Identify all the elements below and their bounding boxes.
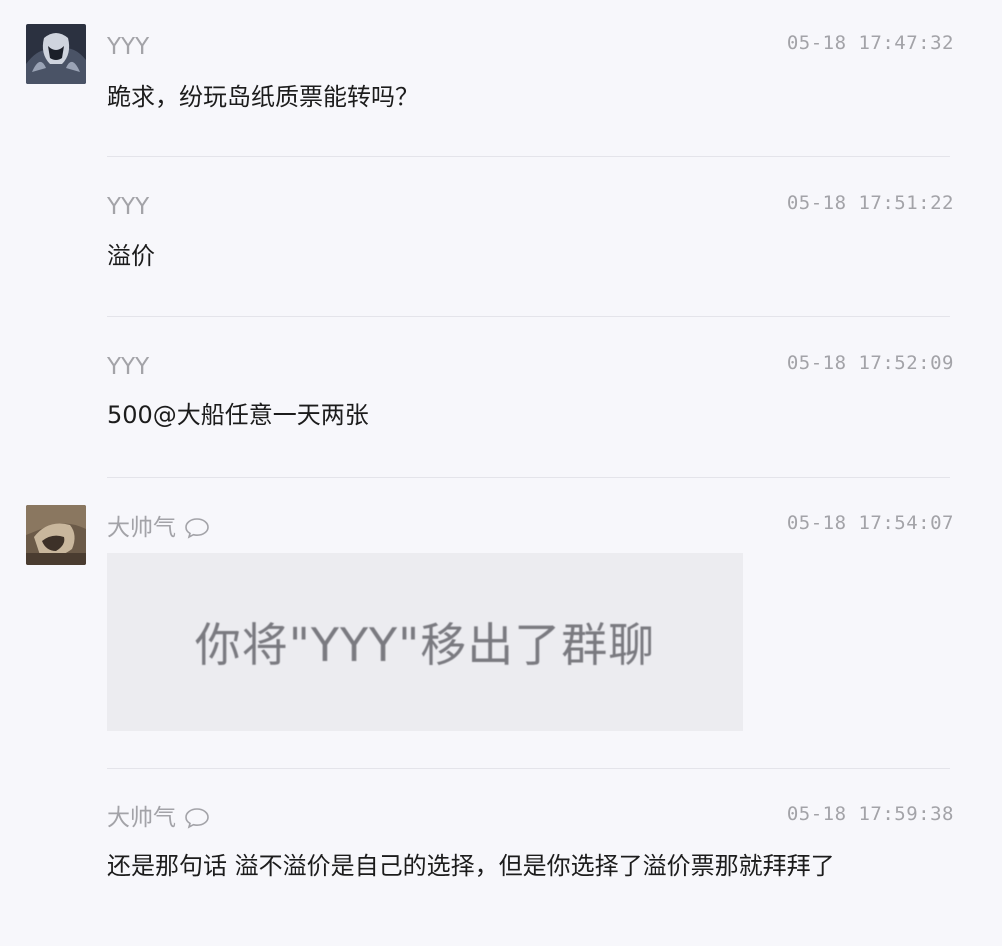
sender-name-label: YYY bbox=[107, 354, 150, 380]
sender-name-label: YYY bbox=[107, 34, 150, 60]
sender-name: YYY bbox=[107, 32, 149, 62]
sender-name-label: 大帅气 bbox=[107, 515, 176, 541]
sender-name: 大帅气 bbox=[107, 803, 210, 833]
chat-bubble-icon[interactable] bbox=[184, 807, 210, 829]
message-text[interactable]: 跪求，纷玩岛纸质票能转吗？ bbox=[107, 77, 927, 117]
avatar[interactable] bbox=[26, 24, 86, 84]
system-notice-card: 你将"YYY"移出了群聊 bbox=[107, 553, 743, 731]
sender-name: YYY bbox=[107, 352, 149, 382]
message-text[interactable]: 溢价 bbox=[107, 236, 927, 276]
sender-name-label: 大帅气 bbox=[107, 805, 176, 831]
message-time: 05-18 17:59:38 bbox=[786, 803, 954, 825]
system-notice-text: 你将"YYY"移出了群聊 bbox=[194, 618, 656, 672]
chat-history: YYY 05-18 17:47:32 跪求，纷玩岛纸质票能转吗？ YYY 05-… bbox=[0, 0, 1002, 946]
divider bbox=[107, 316, 950, 317]
message-text[interactable]: 500@大船任意一天两张 bbox=[107, 395, 927, 435]
divider bbox=[107, 156, 950, 157]
message-text[interactable]: 还是那句话 溢不溢价是自己的选择，但是你选择了溢价票那就拜拜了 bbox=[107, 846, 907, 886]
divider bbox=[107, 477, 950, 478]
message-time: 05-18 17:47:32 bbox=[786, 32, 954, 54]
dark-anime-avatar-icon bbox=[26, 24, 86, 84]
chat-bubble-icon[interactable] bbox=[184, 517, 210, 539]
message-time: 05-18 17:54:07 bbox=[786, 512, 954, 534]
brown-photo-avatar-icon bbox=[26, 505, 86, 565]
sender-name: 大帅气 bbox=[107, 513, 210, 543]
message-time: 05-18 17:51:22 bbox=[786, 192, 954, 214]
sender-name-label: YYY bbox=[107, 194, 150, 220]
avatar[interactable] bbox=[26, 505, 86, 565]
divider bbox=[107, 768, 950, 769]
sender-name: YYY bbox=[107, 192, 149, 222]
message-time: 05-18 17:52:09 bbox=[786, 352, 954, 374]
